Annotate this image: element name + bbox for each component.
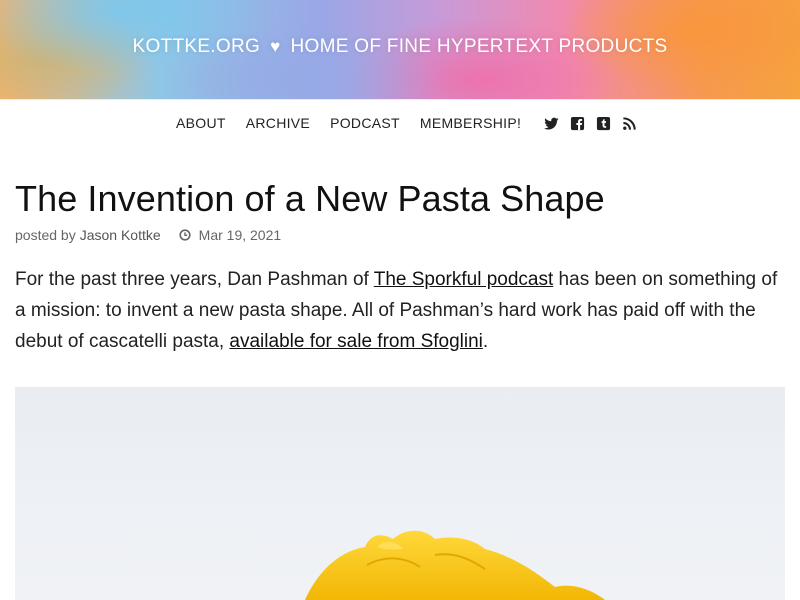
nav-link-archive[interactable]: ARCHIVE: [246, 115, 310, 131]
site-title[interactable]: KOTTKE.ORG ♥ HOME OF FINE HYPERTEXT PRODUC…: [0, 36, 800, 58]
nav-link-membership[interactable]: MEMBERSHIP!: [420, 115, 521, 131]
site-header-banner: KOTTKE.ORG ♥ HOME OF FINE HYPERTEXT PRODUC…: [0, 0, 800, 99]
post-author[interactable]: Jason Kottke: [80, 227, 161, 243]
rss-icon[interactable]: [621, 115, 637, 131]
main-nav: ABOUT ARCHIVE PODCAST MEMBERSHIP!: [0, 99, 800, 148]
body-text-1: For the past three years, Dan Pashman of: [15, 269, 374, 290]
twitter-icon[interactable]: [543, 115, 559, 131]
post-date[interactable]: Mar 19, 2021: [199, 227, 282, 243]
post-meta: posted by Jason Kottke Mar 19, 2021: [15, 227, 281, 243]
post-body-paragraph: For the past three years, Dan Pashman of…: [15, 264, 790, 357]
sporkful-podcast-link[interactable]: The Sporkful podcast: [374, 269, 554, 290]
pasta-illustration: [305, 530, 605, 600]
site-name[interactable]: KOTTKE.ORG: [132, 36, 260, 57]
nav-link-about[interactable]: ABOUT: [176, 115, 226, 131]
nav-link-podcast[interactable]: PODCAST: [330, 115, 400, 131]
posted-by-label: posted by: [15, 227, 76, 243]
pasta-photo: [15, 387, 785, 600]
tumblr-icon[interactable]: [595, 115, 611, 131]
site-tagline: HOME OF FINE HYPERTEXT PRODUCTS: [290, 36, 668, 57]
body-text-3: .: [482, 331, 489, 352]
post-title[interactable]: The Invention of a New Pasta Shape: [15, 178, 605, 220]
heart-icon: ♥: [270, 37, 281, 56]
facebook-icon[interactable]: [569, 115, 585, 131]
clock-icon: [179, 229, 191, 241]
sfoglini-link[interactable]: available for sale from Sfoglini: [229, 331, 482, 352]
